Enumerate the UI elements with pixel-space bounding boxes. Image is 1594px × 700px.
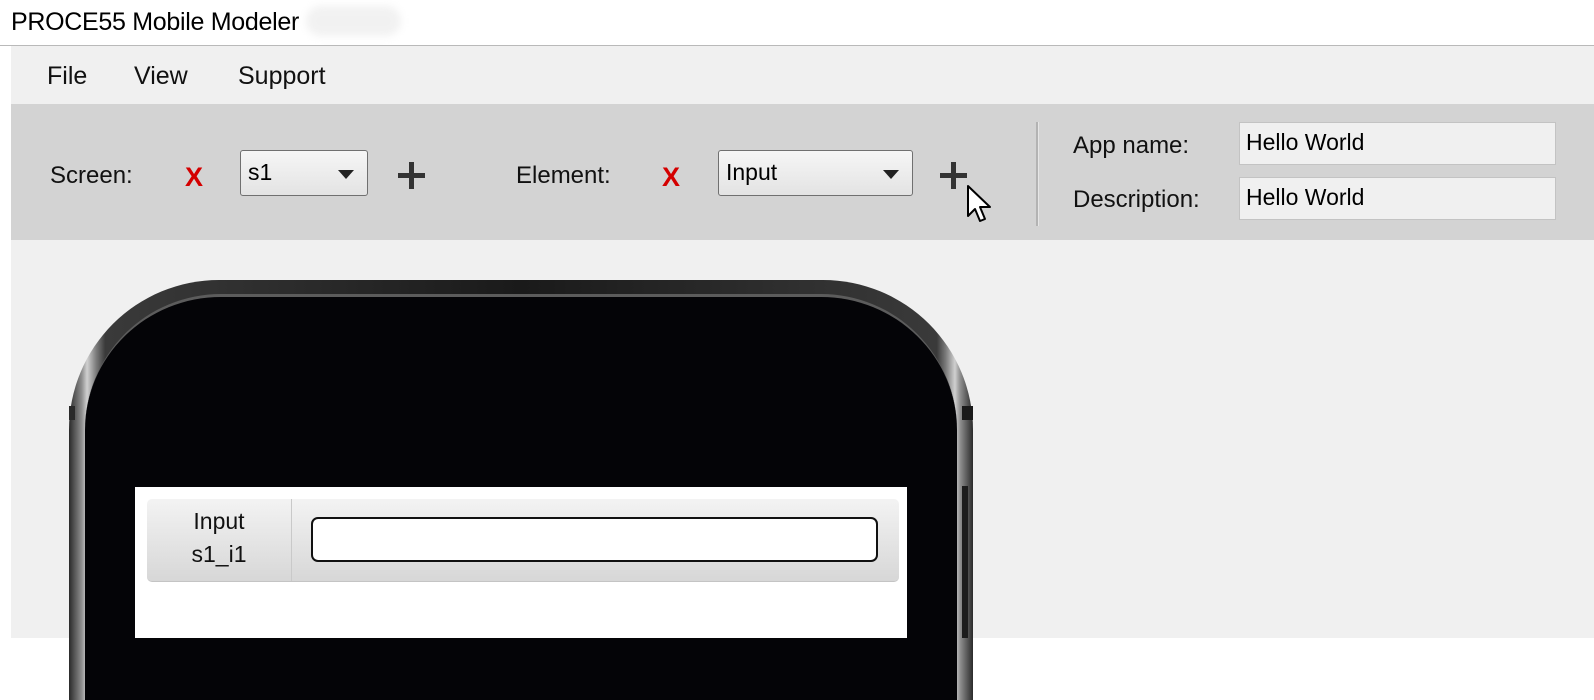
menu-bar: File View Support [11,46,1594,104]
delete-screen-button[interactable]: X [185,164,203,191]
screen-dropdown[interactable]: s1 [240,150,368,196]
mouse-pointer-icon [967,185,991,222]
delete-element-button[interactable]: X [662,164,680,191]
phone-side-button [962,406,973,420]
title-bar-blur [306,6,401,36]
menu-file[interactable]: File [47,62,87,91]
phone-scrollbar[interactable] [962,486,968,638]
description-value: Hello World [1246,184,1365,210]
add-screen-button[interactable] [398,162,425,189]
toolbar: Screen: X s1 Element: X Input App name: … [11,104,1594,240]
add-element-button[interactable] [940,162,967,189]
window-title: PROCE55 Mobile Modeler [11,8,299,36]
screen-dropdown-value: s1 [248,159,273,185]
title-bar: PROCE55 Mobile Modeler [0,0,1594,46]
description-label: Description: [1073,186,1200,213]
chevron-down-icon [883,170,899,179]
input-element-row[interactable]: Input s1_i1 [147,499,899,582]
phone-side-button [69,406,75,420]
toolbar-separator [1036,122,1039,226]
element-dropdown-value: Input [726,159,778,185]
menu-support[interactable]: Support [238,62,326,91]
element-type-label: Input [193,508,245,534]
phone-screen: Input s1_i1 [135,487,907,638]
screen-label: Screen: [50,162,133,189]
app-name-field[interactable]: Hello World [1239,122,1556,165]
description-field[interactable]: Hello World [1239,177,1556,220]
app-name-label: App name: [1073,132,1190,159]
app-name-value: Hello World [1246,129,1365,155]
menu-view[interactable]: View [134,62,188,91]
chevron-down-icon [338,170,354,179]
input-element-label: Input s1_i1 [147,499,292,581]
element-dropdown[interactable]: Input [718,150,913,196]
preview-input-field[interactable] [311,517,878,562]
element-label: Element: [516,162,611,189]
element-id-label: s1_i1 [191,541,247,567]
